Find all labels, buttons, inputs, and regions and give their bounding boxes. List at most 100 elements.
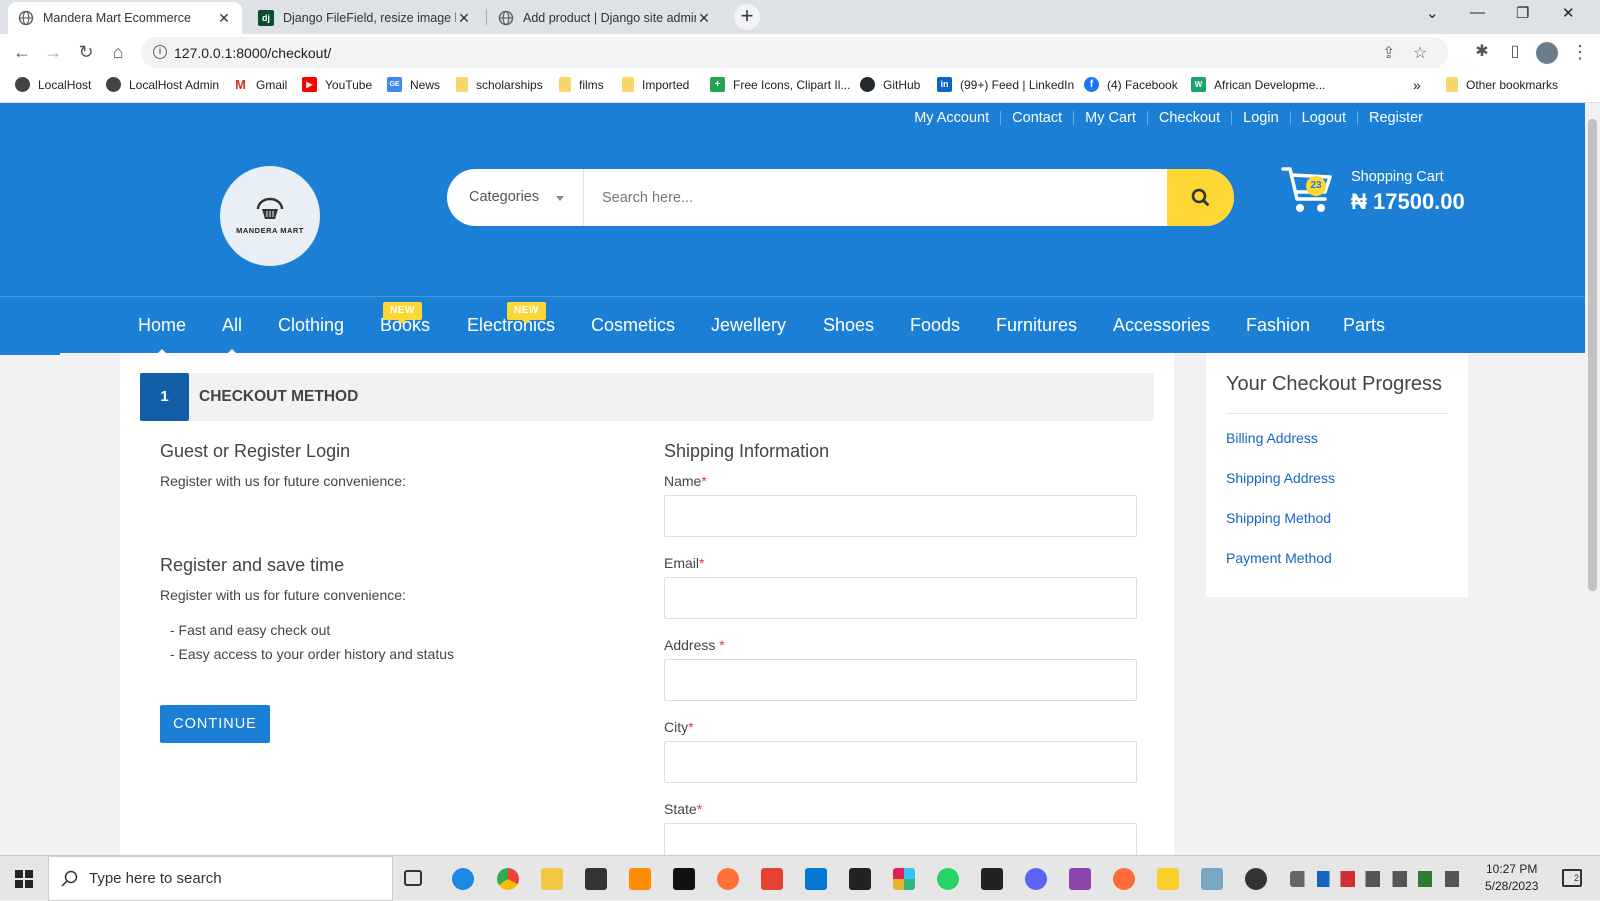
sticky-notes-icon[interactable] (981, 868, 1003, 890)
notes-icon[interactable] (1157, 868, 1179, 890)
nav-furnitures[interactable]: Furnitures (996, 315, 1077, 336)
state-field[interactable] (664, 823, 1137, 855)
bookmark-imported[interactable]: Imported (622, 77, 689, 92)
bookmark-github[interactable]: GitHub (860, 77, 920, 92)
photos-icon[interactable] (1201, 868, 1223, 890)
back-icon[interactable]: ← (10, 41, 34, 65)
billing-address-link[interactable]: Billing Address (1226, 430, 1318, 446)
search-button[interactable] (1167, 169, 1234, 226)
shipping-method-link[interactable]: Shipping Method (1226, 510, 1331, 526)
nav-cosmetics[interactable]: Cosmetics (591, 315, 675, 336)
city-field[interactable] (664, 741, 1137, 783)
discord-icon[interactable] (1025, 868, 1047, 890)
bookmark-facebook[interactable]: f (4) Facebook (1084, 77, 1178, 92)
nav-electronics[interactable]: Electronics NEW (467, 302, 555, 336)
categories-dropdown[interactable]: Categories (447, 169, 584, 226)
nav-fashion[interactable]: Fashion (1246, 315, 1310, 336)
whatsapp-icon[interactable] (937, 868, 959, 890)
obs-icon[interactable] (1245, 868, 1267, 890)
bookmark-films[interactable]: films (559, 77, 604, 92)
minimize-button[interactable]: — (1470, 4, 1485, 21)
notification-icon[interactable]: 2 (1562, 869, 1582, 887)
nav-foods[interactable]: Foods (910, 315, 960, 336)
nav-books[interactable]: Books NEW (380, 302, 430, 336)
bookmark-news[interactable]: GE News (387, 77, 440, 92)
nav-accessories[interactable]: Accessories (1113, 315, 1210, 336)
tab-mandera-mart[interactable]: Mandera Mart Ecommerce ✕ (8, 2, 242, 34)
pycharm-icon[interactable] (673, 868, 695, 890)
tab-django-admin[interactable]: Add product | Django site admin ✕ (488, 2, 722, 34)
menu-icon[interactable]: ⋮ (1568, 41, 1592, 65)
my-account-link[interactable]: My Account (903, 111, 1000, 126)
header-cart[interactable]: 23 Shopping Cart ₦ 17500.00 (1281, 165, 1465, 215)
share-icon[interactable]: ⇪ (1382, 43, 1395, 63)
checkout-step-header[interactable]: 1 CHECKOUT METHOD (140, 373, 1154, 421)
bookmarks-overflow-button[interactable]: » (1413, 77, 1421, 93)
extensions-icon[interactable]: ✱ (1470, 41, 1494, 65)
home-icon[interactable]: ⌂ (106, 41, 130, 65)
contact-link[interactable]: Contact (1000, 111, 1073, 125)
vscode-icon[interactable] (805, 868, 827, 890)
checkout-link[interactable]: Checkout (1146, 111, 1231, 125)
bookmark-linkedin[interactable]: in (99+) Feed | LinkedIn (937, 77, 1074, 92)
nav-parts[interactable]: Parts (1343, 315, 1385, 336)
system-tray-icons[interactable] (1290, 871, 1470, 887)
close-window-button[interactable]: ✕ (1562, 4, 1575, 22)
profile-avatar[interactable] (1536, 42, 1558, 64)
bookmark-youtube[interactable]: ▶ YouTube (302, 77, 372, 92)
site-info-icon[interactable]: i (153, 45, 167, 59)
taskbar-search[interactable]: Type here to search (48, 856, 393, 901)
store-icon[interactable] (585, 868, 607, 890)
url-text[interactable]: 127.0.0.1:8000/checkout/ (174, 45, 331, 61)
tab-search-icon[interactable]: ⌄ (1426, 4, 1439, 22)
m-app-icon[interactable] (1069, 868, 1091, 890)
bookmark-scholarships[interactable]: scholarships (456, 77, 543, 92)
sublime-icon[interactable] (629, 868, 651, 890)
bookmark-localhost-admin[interactable]: LocalHost Admin (106, 77, 219, 92)
task-view-icon[interactable] (404, 870, 422, 886)
name-field[interactable] (664, 495, 1137, 537)
windows-start-icon[interactable] (15, 870, 33, 888)
bookmark-star-icon[interactable]: ☆ (1413, 43, 1427, 63)
login-link[interactable]: Login (1231, 111, 1289, 125)
firefox-icon[interactable] (717, 868, 739, 890)
register-link[interactable]: Register (1357, 111, 1434, 125)
nav-clothing[interactable]: Clothing (278, 315, 344, 336)
chrome-icon[interactable] (497, 868, 519, 890)
edge-icon[interactable] (452, 868, 474, 890)
search-input[interactable] (585, 169, 1175, 226)
payment-method-link[interactable]: Payment Method (1226, 550, 1332, 566)
file-explorer-icon[interactable] (541, 868, 563, 890)
bookmark-other[interactable]: Other bookmarks (1446, 77, 1558, 92)
system-clock[interactable]: 10:27 PM 5/28/2023 (1485, 861, 1538, 895)
close-tab-icon[interactable]: ✕ (696, 10, 712, 27)
address-field[interactable] (664, 659, 1137, 701)
close-tab-icon[interactable]: ✕ (456, 10, 472, 27)
address-bar[interactable]: i 127.0.0.1:8000/checkout/ ⇪ ☆ (141, 37, 1448, 68)
reload-icon[interactable]: ↻ (74, 41, 98, 65)
site-logo[interactable]: MANDERA MART (220, 166, 320, 266)
page-scrollbar[interactable] (1585, 103, 1600, 855)
tab-django-filefield[interactable]: dj Django FileField, resize image be ✕ (248, 2, 482, 34)
mail-icon[interactable] (849, 868, 871, 890)
scrollbar-thumb[interactable] (1588, 119, 1597, 591)
my-cart-link[interactable]: My Cart (1073, 111, 1147, 125)
nav-all[interactable]: All (222, 315, 242, 355)
bookmark-free-icons[interactable]: + Free Icons, Clipart Il... (710, 77, 850, 92)
close-tab-icon[interactable]: ✕ (216, 10, 232, 27)
bookmark-localhost[interactable]: LocalHost (15, 77, 91, 92)
nav-home[interactable]: Home (138, 315, 186, 355)
shipping-address-link[interactable]: Shipping Address (1226, 470, 1335, 486)
bookmark-african-development[interactable]: W African Developme... (1191, 77, 1325, 92)
nav-shoes[interactable]: Shoes (823, 315, 874, 336)
continue-button[interactable]: CONTINUE (160, 705, 270, 743)
nav-jewellery[interactable]: Jewellery (711, 315, 786, 336)
bookmark-gmail[interactable]: M Gmail (233, 77, 287, 92)
slack-icon[interactable] (893, 868, 915, 890)
email-field[interactable] (664, 577, 1137, 619)
logout-link[interactable]: Logout (1289, 111, 1357, 125)
postman-icon[interactable] (1113, 868, 1135, 890)
restore-button[interactable]: ❐ (1516, 4, 1529, 22)
side-panel-icon[interactable]: ▯ (1503, 41, 1527, 65)
new-tab-button[interactable]: + (734, 4, 760, 30)
